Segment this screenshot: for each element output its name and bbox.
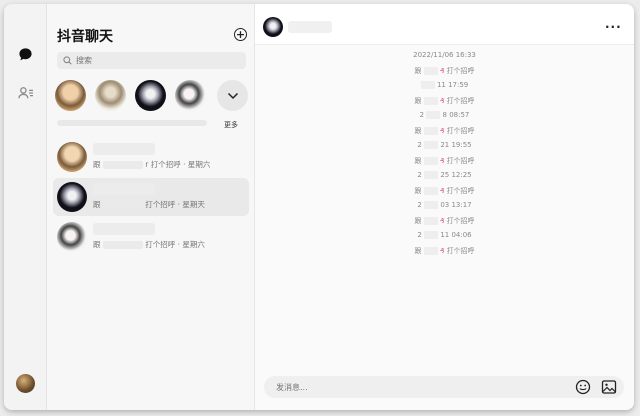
story-avatar[interactable]: [135, 80, 166, 111]
story-avatar[interactable]: [55, 80, 86, 111]
story-names: [57, 120, 207, 126]
contact-name: [93, 183, 155, 195]
more-button[interactable]: [217, 80, 248, 111]
timeline-entry: 2 21 19:55: [417, 141, 472, 149]
chat-list-item[interactable]: 跟 r 打个招呼 · 星期六: [53, 138, 249, 176]
contact-avatar: [57, 142, 87, 172]
timeline-entry: 跟 ₰ 打个招呼: [414, 67, 475, 75]
conversation-panel: ··· 2022/11/06 16:33 跟 ₰ 打个招呼 11 17:59 跟 …: [255, 4, 634, 410]
chat-list-panel: 抖音聊天 + 更多 跟 r 打个招呼 · 星期六: [47, 4, 255, 410]
contact-avatar: [57, 222, 87, 252]
contact-name: [93, 143, 155, 155]
add-chat-button[interactable]: +: [234, 28, 247, 41]
message-input[interactable]: [276, 382, 566, 392]
more-label: 更多: [224, 121, 238, 129]
chevron-down-icon: [227, 92, 238, 99]
search-icon: [63, 56, 72, 65]
more-options-button[interactable]: ···: [605, 20, 622, 34]
chat-bubble-icon[interactable]: [17, 46, 34, 63]
user-avatar[interactable]: [16, 374, 35, 393]
timeline-entry: 2 8 08:57: [419, 111, 470, 119]
search-box[interactable]: [57, 52, 246, 69]
timeline-entry: 2 03 13:17: [417, 201, 472, 209]
chat-preview: 跟 r 打个招呼 · 星期六: [93, 160, 211, 169]
timestamp: 2022/11/06 16:33: [413, 51, 476, 59]
conversation-header: ···: [255, 4, 634, 45]
contact-name: [93, 223, 155, 235]
contacts-icon[interactable]: [17, 84, 34, 101]
chat-preview: 跟 打个招呼 · 星期六: [93, 240, 205, 249]
timeline-entry: 2 25 12:25: [417, 171, 472, 179]
timeline-entry: 11 17:59: [255, 81, 634, 96]
timeline-entry: 跟 ₰ 打个招呼: [414, 187, 475, 195]
timeline-entry: 跟 ₰ 打个招呼: [414, 127, 475, 135]
emoji-icon[interactable]: [575, 379, 591, 395]
timeline-entry: 跟 ₰ 打个招呼: [414, 97, 475, 105]
message-timeline: 2022/11/06 16:33 跟 ₰ 打个招呼 11 17:59 跟 ₰ 打个…: [255, 51, 634, 261]
message-bar: [264, 376, 624, 398]
timeline-entry: 跟 ₰ 打个招呼: [414, 247, 475, 255]
chat-preview: 跟 打个招呼 · 星期天: [93, 200, 205, 209]
contact-avatar[interactable]: [263, 17, 283, 37]
contact-avatar: [57, 182, 87, 212]
nav-rail: [4, 4, 47, 410]
story-avatar[interactable]: [175, 80, 206, 111]
timeline-entry: 2 11 04:06: [417, 231, 472, 239]
timeline-entry: 跟 ₰ 打个招呼: [414, 217, 475, 225]
search-input[interactable]: [76, 56, 236, 65]
chat-list-item[interactable]: 跟 打个招呼 · 星期六: [53, 218, 249, 256]
image-icon[interactable]: [601, 379, 617, 395]
story-avatar[interactable]: [95, 80, 126, 111]
chat-list-title: 抖音聊天: [57, 29, 113, 45]
story-row: [55, 80, 206, 111]
timeline-entry: 跟 ₰ 打个招呼: [414, 157, 475, 165]
chat-list-item[interactable]: 跟 打个招呼 · 星期天: [53, 178, 249, 216]
app-window: 抖音聊天 + 更多 跟 r 打个招呼 · 星期六: [4, 4, 634, 410]
contact-name: [288, 21, 332, 33]
